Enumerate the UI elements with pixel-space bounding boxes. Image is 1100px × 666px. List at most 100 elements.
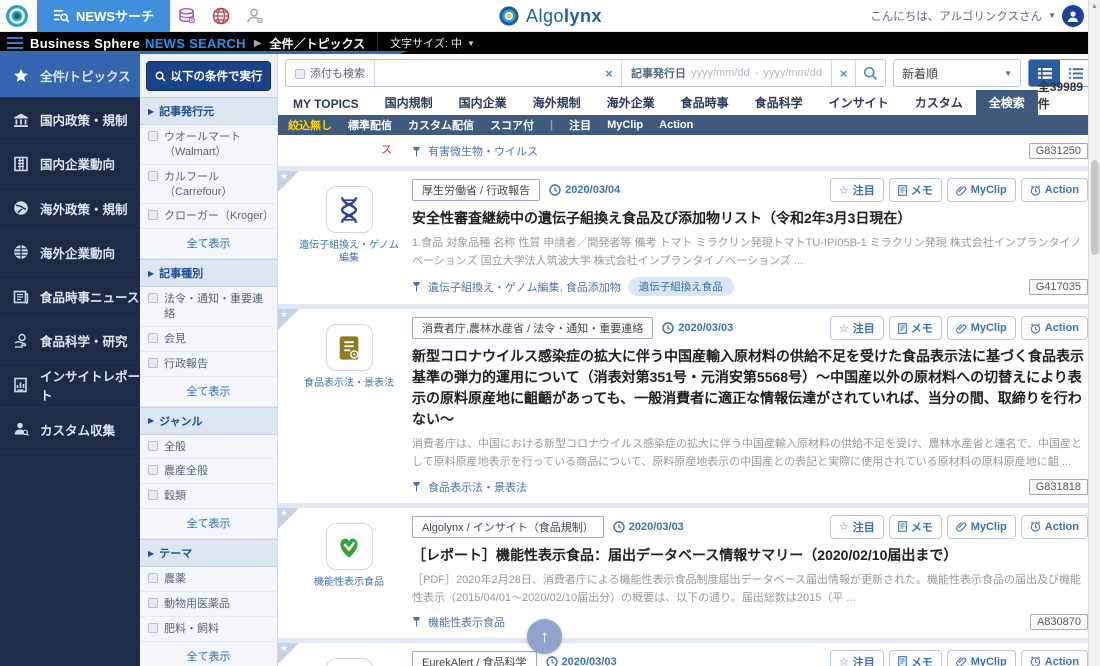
checkbox[interactable] [148, 573, 158, 583]
article-tags[interactable]: 食品表示法・景表法 [428, 479, 527, 495]
myclip-button[interactable]: MyClip [947, 178, 1016, 202]
checkbox[interactable] [148, 210, 158, 220]
tab-custom[interactable]: カスタム [902, 90, 976, 115]
news-search-app-button[interactable]: NEWSサーチ [37, 0, 170, 32]
watch-button[interactable]: ☆注目 [830, 515, 884, 539]
source-badge[interactable]: Algolynx / インサイト（食品規制） [412, 516, 604, 538]
filter-option[interactable]: 肥料・飼料 [140, 617, 277, 642]
article-partial-top[interactable]: ス 有害微生物・ウイルス G831250 [278, 135, 1100, 166]
watch-button[interactable]: ☆注目 [830, 316, 884, 340]
search-button[interactable] [855, 60, 885, 86]
tab-overseas-company[interactable]: 海外企業 [594, 90, 668, 115]
filter-section-genre[interactable]: ▶ジャンル [140, 407, 277, 435]
action-button[interactable]: Action [1021, 650, 1088, 666]
font-size-selector[interactable]: 文字サイズ: 中▼ [390, 35, 475, 51]
sidebar-item-custom-collect[interactable]: カスタム収集 [0, 408, 140, 452]
checkbox[interactable] [148, 598, 158, 608]
search-input[interactable] [375, 60, 597, 86]
filter-section-theme[interactable]: ▶テーマ [140, 539, 277, 567]
filter-option[interactable]: 農産全般 [140, 459, 277, 484]
attach-search-checkbox[interactable]: 添付も検索 [286, 60, 375, 86]
subtab-action[interactable]: Action [659, 119, 693, 131]
filter-option[interactable]: クローガー（Kroger） [140, 204, 277, 229]
source-badge[interactable]: 厚生労働省 / 行政報告 [412, 179, 540, 201]
subtab-custom-delivery[interactable]: カスタム配信 [408, 117, 474, 133]
filter-option[interactable]: カルフール（Carrefour） [140, 165, 277, 205]
filter-option[interactable]: 会見 [140, 327, 277, 352]
filter-section-publisher[interactable]: ▶記事発行元 [140, 97, 277, 125]
show-all-link[interactable]: 全て表示 [140, 229, 277, 259]
tab-domestic-company[interactable]: 国内企業 [446, 90, 520, 115]
article-title[interactable]: 新型コロナウイルス感染症の拡大に伴う中国産輸入原材料の供給不足を受けた食品表示法… [412, 346, 1088, 430]
run-search-button[interactable]: 以下の条件で実行 [146, 61, 271, 91]
filter-option[interactable]: 農薬 [140, 567, 277, 592]
sort-select[interactable]: 新着順▼ [893, 59, 1021, 87]
filter-option[interactable]: ウオールマート（Walmart） [140, 125, 277, 165]
article-title[interactable]: ［レポート］機能性表示食品：届出データベース情報サマリー（2020/02/10届… [412, 545, 1088, 566]
sidebar-item-domestic-companies[interactable]: 国内企業動向 [0, 142, 140, 186]
checkbox[interactable] [148, 293, 158, 303]
user-menu[interactable]: こんにちは、アルゴリンクスさん ▼ [870, 5, 1100, 27]
hamburger-menu-button[interactable] [0, 37, 30, 49]
sidebar-item-overseas-policy[interactable]: 海外政策・規制 [0, 187, 140, 231]
sidebar-item-insight-report[interactable]: インサイトレポート [0, 363, 140, 407]
sidebar-item-overseas-companies[interactable]: 海外企業動向 [0, 231, 140, 275]
tab-domestic-regulation[interactable]: 国内規制 [372, 90, 446, 115]
tab-overseas-regulation[interactable]: 海外規制 [520, 90, 594, 115]
myclip-button[interactable]: MyClip [947, 515, 1016, 539]
article-tags[interactable]: 遺伝子組換え・ゲノム編集, 食品添加物 [428, 279, 621, 295]
action-button[interactable]: Action [1021, 316, 1088, 340]
filter-option[interactable]: 動物用医薬品 [140, 592, 277, 617]
source-badge[interactable]: EurekAlert / 食品科学 [412, 651, 537, 666]
sidebar-item-food-news[interactable]: 食品時事ニュース [0, 275, 140, 319]
filter-option[interactable]: 穀類 [140, 484, 277, 509]
checkbox[interactable] [148, 171, 158, 181]
myclip-button[interactable]: MyClip [947, 316, 1016, 340]
memo-button[interactable]: メモ [889, 650, 942, 666]
article-tag[interactable]: 有害微生物・ウイルス [428, 143, 538, 159]
filter-section-article-type[interactable]: ▶記事種別 [140, 259, 277, 287]
scrollbar[interactable]: ▲ [1088, 0, 1100, 666]
date-to-placeholder[interactable]: yyyy/mm/dd [763, 67, 822, 79]
category-icon-functional-food[interactable] [326, 523, 373, 570]
globe-button[interactable] [204, 0, 238, 32]
checkbox[interactable] [295, 69, 305, 79]
category-icon-beauty-health[interactable] [326, 658, 373, 666]
scroll-to-top-button[interactable]: ↑ [527, 619, 562, 654]
memo-button[interactable]: メモ [889, 515, 942, 539]
scrollbar-thumb[interactable] [1091, 160, 1099, 255]
filter-option[interactable]: 全般 [140, 435, 277, 460]
show-all-link[interactable]: 全て表示 [140, 377, 277, 407]
subtab-standard[interactable]: 標準配信 [348, 117, 392, 133]
user-settings-button[interactable] [238, 0, 272, 32]
action-button[interactable]: Action [1021, 178, 1088, 202]
tab-food-news[interactable]: 食品時事 [668, 90, 742, 115]
myclip-button[interactable]: MyClip [947, 650, 1016, 666]
article-title[interactable]: 安全性審査継続中の遺伝子組換え食品及び添加物リスト（令和2年3月3日現在） [412, 208, 1088, 229]
date-range-field[interactable]: 記事発行日 yyyy/mm/dd - yyyy/mm/dd [621, 60, 831, 86]
memo-button[interactable]: メモ [889, 178, 942, 202]
clear-date-icon[interactable]: × [831, 60, 855, 86]
tab-insight[interactable]: インサイト [816, 90, 902, 115]
checkbox[interactable] [148, 490, 158, 500]
watch-button[interactable]: ☆注目 [830, 178, 884, 202]
sidebar-item-domestic-policy[interactable]: 国内政策・規制 [0, 98, 140, 142]
tab-my-topics[interactable]: MY TOPICS [280, 93, 372, 115]
action-button[interactable]: Action [1021, 515, 1088, 539]
sidebar-item-all-topics[interactable]: 全件/トピックス [0, 54, 140, 98]
memo-button[interactable]: メモ [889, 316, 942, 340]
show-all-link[interactable]: 全て表示 [140, 509, 277, 539]
checkbox[interactable] [148, 333, 158, 343]
category-icon-labeling[interactable] [326, 324, 373, 371]
checkbox[interactable] [148, 358, 158, 368]
avatar[interactable] [1062, 5, 1084, 27]
scrollbar-up-arrow[interactable]: ▲ [1089, 0, 1100, 10]
checkbox[interactable] [148, 441, 158, 451]
checkbox[interactable] [148, 623, 158, 633]
tab-all-search[interactable]: 全検索 [976, 90, 1038, 115]
watch-button[interactable]: ☆注目 [830, 650, 884, 666]
category-icon-gmo[interactable] [326, 186, 373, 233]
clear-search-icon[interactable]: × [597, 60, 621, 86]
show-all-link[interactable]: 全て表示 [140, 642, 277, 666]
sidebar-item-food-science[interactable]: 食品科学・研究 [0, 319, 140, 363]
